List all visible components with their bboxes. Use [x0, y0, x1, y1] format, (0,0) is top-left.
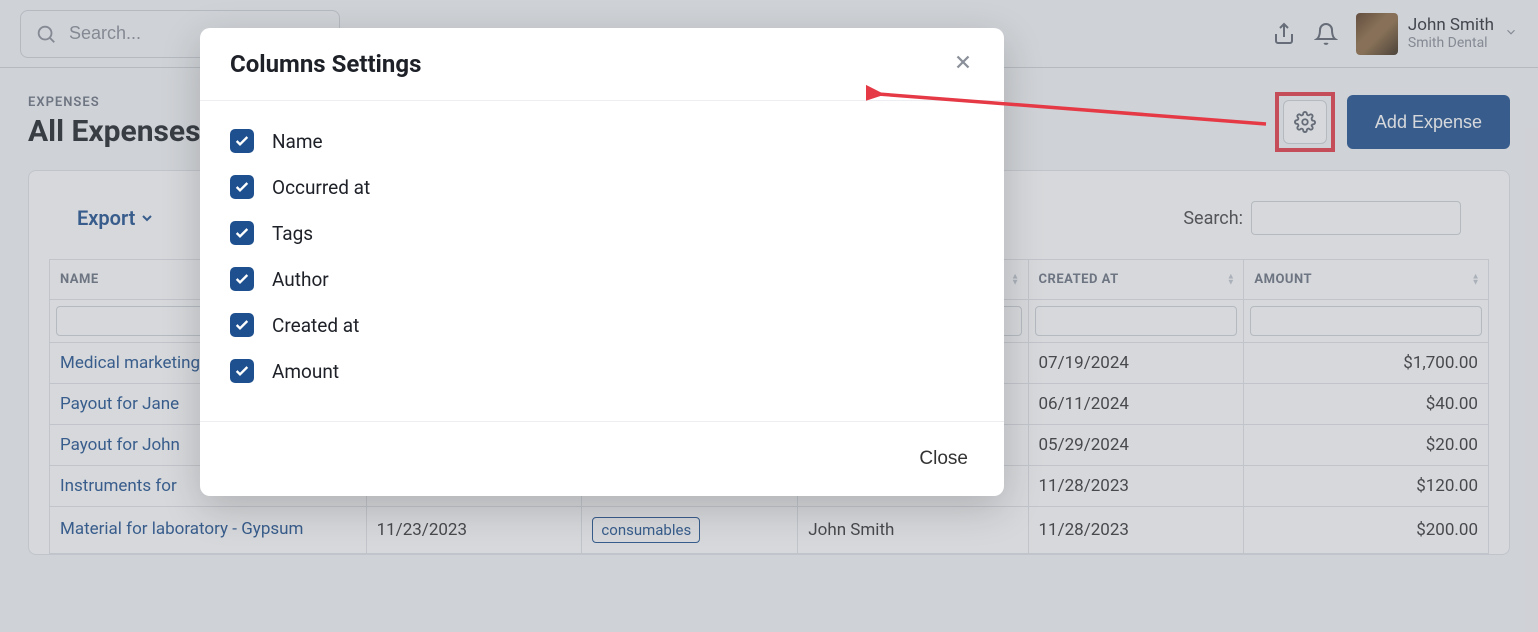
column-settings-button[interactable]	[1283, 100, 1327, 144]
expense-name-link[interactable]: Material for laboratory - Gypsum	[60, 519, 303, 539]
table-search: Search:	[1183, 201, 1461, 235]
column-toggle-row: Created at	[230, 313, 974, 337]
cell-occurred-at: 11/23/2023	[366, 507, 582, 554]
page-title: All Expenses	[28, 114, 201, 149]
topbar-right: John Smith Smith Dental	[1272, 13, 1518, 55]
column-toggle-label: Created at	[272, 314, 359, 337]
column-toggle-label: Author	[272, 268, 329, 291]
bell-icon	[1314, 22, 1338, 46]
column-toggle-label: Tags	[272, 222, 313, 245]
cell-amount: $1,700.00	[1244, 343, 1489, 384]
column-toggle-label: Name	[272, 130, 323, 153]
column-toggle-label: Occurred at	[272, 176, 370, 199]
modal-footer: Close	[200, 421, 1004, 496]
expense-name-link[interactable]: Payout for John	[60, 435, 180, 455]
col-header-created[interactable]: CREATED AT▲▼	[1028, 260, 1244, 300]
modal-title: Columns Settings	[230, 50, 421, 78]
filter-amount[interactable]	[1250, 306, 1482, 336]
user-org: Smith Dental	[1408, 35, 1494, 52]
cell-amount: $40.00	[1244, 384, 1489, 425]
expense-name-link[interactable]: Instruments for	[60, 476, 177, 496]
search-icon	[35, 23, 57, 45]
user-text: John Smith Smith Dental	[1408, 15, 1494, 52]
check-icon	[234, 363, 250, 379]
cell-created-at: 05/29/2024	[1028, 425, 1244, 466]
check-icon	[234, 133, 250, 149]
expense-name-link[interactable]: Payout for Jane	[60, 394, 179, 414]
share-button[interactable]	[1272, 22, 1296, 46]
tag-badge[interactable]: consumables	[592, 517, 700, 543]
cell-created-at: 11/28/2023	[1028, 466, 1244, 507]
breadcrumb: EXPENSES	[28, 95, 201, 110]
checkbox[interactable]	[230, 267, 254, 291]
export-label: Export	[77, 206, 135, 230]
add-expense-button[interactable]: Add Expense	[1347, 95, 1510, 149]
gear-icon	[1294, 111, 1316, 133]
cell-created-at: 06/11/2024	[1028, 384, 1244, 425]
table-row: Material for laboratory - Gypsum 11/23/20…	[50, 507, 1489, 554]
sort-icon: ▲▼	[1011, 273, 1019, 286]
check-icon	[234, 225, 250, 241]
column-toggle-row: Occurred at	[230, 175, 974, 199]
cell-amount: $20.00	[1244, 425, 1489, 466]
sort-icon: ▲▼	[1227, 273, 1235, 286]
cell-tags: consumables	[582, 507, 798, 554]
user-menu[interactable]: John Smith Smith Dental	[1356, 13, 1518, 55]
column-toggle-row: Author	[230, 267, 974, 291]
column-toggle-row: Name	[230, 129, 974, 153]
table-search-input[interactable]	[1251, 201, 1461, 235]
modal-header: Columns Settings	[200, 28, 1004, 101]
settings-highlight	[1275, 92, 1335, 152]
header-actions: Add Expense	[1275, 92, 1510, 152]
checkbox[interactable]	[230, 313, 254, 337]
checkbox[interactable]	[230, 175, 254, 199]
column-toggle-label: Amount	[272, 360, 339, 383]
check-icon	[234, 179, 250, 195]
user-name: John Smith	[1408, 15, 1494, 35]
columns-settings-modal: Columns Settings Name Occurred at Tags Auth…	[200, 28, 1004, 496]
chevron-down-icon	[1504, 24, 1518, 43]
close-icon	[952, 51, 974, 73]
modal-body: Name Occurred at Tags Author Created at Amoun…	[200, 101, 1004, 421]
cell-author: John Smith	[798, 507, 1028, 554]
checkbox[interactable]	[230, 359, 254, 383]
column-toggle-row: Tags	[230, 221, 974, 245]
sort-icon: ▲▼	[1472, 273, 1480, 286]
cell-amount: $120.00	[1244, 466, 1489, 507]
cell-amount: $200.00	[1244, 507, 1489, 554]
cell-created-at: 11/28/2023	[1028, 507, 1244, 554]
table-search-label: Search:	[1183, 208, 1243, 229]
checkbox[interactable]	[230, 129, 254, 153]
column-toggle-row: Amount	[230, 359, 974, 383]
col-header-amount[interactable]: AMOUNT▲▼	[1244, 260, 1489, 300]
chevron-down-icon	[139, 210, 155, 226]
share-icon	[1272, 22, 1296, 46]
modal-close-button[interactable]	[952, 51, 974, 77]
export-button[interactable]: Export	[77, 206, 155, 230]
check-icon	[234, 271, 250, 287]
notifications-button[interactable]	[1314, 22, 1338, 46]
cell-created-at: 07/19/2024	[1028, 343, 1244, 384]
check-icon	[234, 317, 250, 333]
modal-close-text-button[interactable]: Close	[919, 448, 968, 470]
filter-created[interactable]	[1035, 306, 1238, 336]
expense-name-link[interactable]: Medical marketing	[60, 353, 200, 373]
checkbox[interactable]	[230, 221, 254, 245]
avatar	[1356, 13, 1398, 55]
